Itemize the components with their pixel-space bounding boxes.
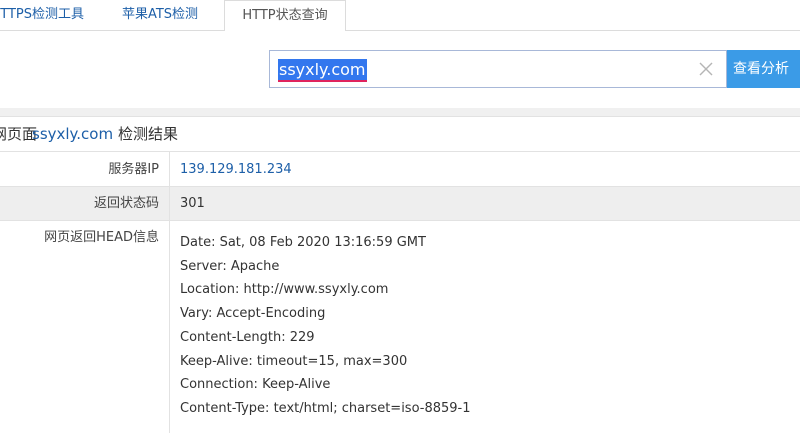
head-line: Location: http://www.ssyxly.com bbox=[180, 282, 389, 298]
tab-ats-check[interactable]: 苹果ATS检测 bbox=[96, 0, 224, 31]
tab-http-status[interactable]: HTTP状态查询 bbox=[224, 0, 346, 32]
close-icon[interactable] bbox=[696, 59, 716, 79]
status-code-row: 返回状态码 301 bbox=[0, 187, 800, 221]
server-ip-value[interactable]: 139.129.181.234 bbox=[180, 152, 292, 187]
tab-bar: HTTPS检测工具 苹果ATS检测 HTTP状态查询 bbox=[0, 0, 800, 32]
result-title-suffix: 检测结果 bbox=[118, 125, 179, 143]
status-code-label: 返回状态码 bbox=[0, 187, 170, 220]
head-info-value: Date: Sat, 08 Feb 2020 13:16:59 GMT Serv… bbox=[180, 231, 471, 421]
head-info-label: 网页返回HEAD信息 bbox=[0, 221, 170, 433]
head-line: Vary: Accept-Encoding bbox=[180, 306, 326, 322]
server-ip-label: 服务器IP bbox=[0, 152, 170, 186]
search-area: ssyxly.com 查看分析 bbox=[0, 31, 800, 108]
tab-https-check[interactable]: HTTPS检测工具 bbox=[0, 0, 96, 31]
analyze-button[interactable]: 查看分析 bbox=[727, 50, 800, 88]
server-ip-row: 服务器IP 139.129.181.234 bbox=[0, 152, 800, 187]
head-line: Keep-Alive: timeout=15, max=300 bbox=[180, 353, 408, 369]
result-table: 网页面 ssyxly.com 检测结果 服务器IP 139.129.181.23… bbox=[0, 116, 800, 433]
head-line: Content-Length: 229 bbox=[180, 329, 315, 345]
search-input-box[interactable]: ssyxly.com bbox=[269, 50, 727, 88]
head-info-row: 网页返回HEAD信息 Date: Sat, 08 Feb 2020 13:16:… bbox=[0, 221, 800, 433]
head-line: Content-Type: text/html; charset=iso-885… bbox=[180, 400, 471, 416]
head-line: Server: Apache bbox=[180, 258, 280, 274]
head-line: Connection: Keep-Alive bbox=[180, 377, 331, 393]
result-title: 网页面 ssyxly.com 检测结果 bbox=[0, 117, 800, 152]
search-input[interactable]: ssyxly.com bbox=[278, 59, 367, 82]
section-divider bbox=[0, 108, 800, 116]
status-code-value: 301 bbox=[180, 196, 205, 211]
result-title-domain[interactable]: ssyxly.com bbox=[32, 117, 113, 151]
head-line: Date: Sat, 08 Feb 2020 13:16:59 GMT bbox=[180, 235, 426, 250]
